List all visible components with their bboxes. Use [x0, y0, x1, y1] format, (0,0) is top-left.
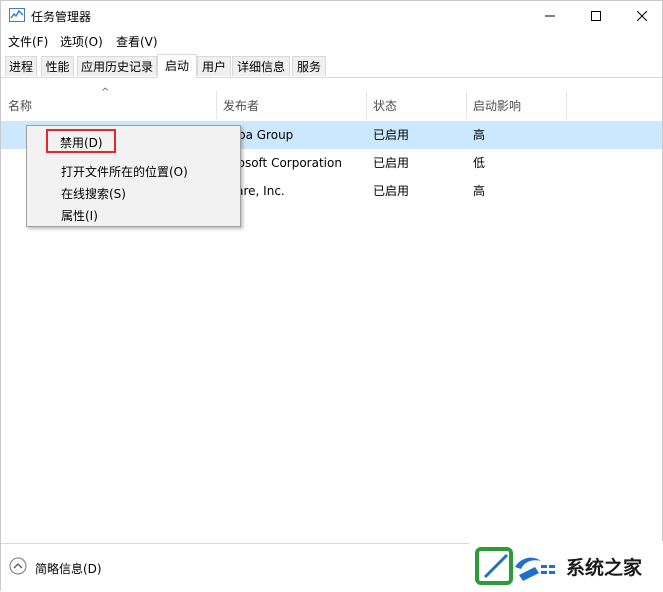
- column-header-row: ^ 名称 发布者 状态 启动影响: [1, 87, 662, 119]
- column-divider[interactable]: [216, 91, 217, 119]
- menu-item-disable[interactable]: 禁用(D): [60, 134, 103, 151]
- row-startup-impact: 高: [473, 128, 486, 142]
- menu-item-search-online[interactable]: 在线搜索(S): [61, 185, 126, 202]
- minimize-button[interactable]: [527, 1, 573, 31]
- fewer-details-toggle[interactable]: 简略信息(D): [35, 560, 102, 577]
- watermark: 系统之家: [469, 541, 663, 592]
- tab-app-history[interactable]: 应用历史记录: [77, 56, 157, 76]
- column-divider[interactable]: [366, 91, 367, 119]
- column-header-name[interactable]: 名称: [8, 91, 32, 119]
- menu-bar: 文件(F) 选项(O) 查看(V): [1, 31, 662, 51]
- context-menu: 禁用(D) 打开文件所在的位置(O) 在线搜索(S) 属性(I): [26, 125, 241, 227]
- column-divider[interactable]: [466, 91, 467, 119]
- row-status: 已启用: [373, 128, 410, 142]
- column-header-status[interactable]: 状态: [373, 91, 397, 119]
- sort-ascending-icon: ^: [101, 87, 110, 98]
- window-title: 任务管理器: [31, 10, 92, 24]
- tab-details[interactable]: 详细信息: [232, 56, 290, 76]
- menu-options[interactable]: 选项(O): [60, 33, 103, 50]
- close-icon: [637, 11, 647, 21]
- tab-services[interactable]: 服务: [292, 56, 326, 76]
- menu-view[interactable]: 查看(V): [116, 33, 158, 50]
- minimize-icon: [545, 15, 555, 17]
- row-startup-impact: 高: [473, 184, 486, 198]
- column-header-publisher[interactable]: 发布者: [223, 91, 259, 119]
- task-manager-window: 任务管理器 文件(F) 选项(O) 查看(V) 进程 性能 应用历史记录 启动 …: [0, 0, 663, 592]
- maximize-button[interactable]: [573, 1, 619, 31]
- close-button[interactable]: [619, 1, 663, 31]
- row-status: 已启用: [373, 184, 410, 198]
- watermark-text: 系统之家: [566, 557, 643, 579]
- tab-processes[interactable]: 进程: [5, 56, 37, 76]
- tab-bar: 进程 性能 应用历史记录 启动 用户 详细信息 服务: [1, 54, 662, 78]
- system-home-logo: [475, 547, 555, 585]
- maximize-icon: [591, 11, 601, 21]
- row-startup-impact: 低: [473, 156, 486, 170]
- menu-item-properties[interactable]: 属性(I): [61, 207, 98, 224]
- row-status: 已启用: [373, 156, 410, 170]
- column-divider[interactable]: [566, 91, 567, 119]
- tab-users[interactable]: 用户: [197, 56, 231, 76]
- tab-startup[interactable]: 启动: [157, 54, 197, 78]
- chevron-up-circle-icon[interactable]: [9, 557, 27, 575]
- task-manager-icon: [9, 8, 25, 22]
- column-header-startup-impact[interactable]: 启动影响: [473, 91, 521, 119]
- menu-file[interactable]: 文件(F): [8, 33, 48, 50]
- title-bar[interactable]: 任务管理器: [1, 1, 662, 31]
- menu-item-open-file-location[interactable]: 打开文件所在的位置(O): [61, 163, 188, 180]
- tab-performance[interactable]: 性能: [41, 56, 74, 76]
